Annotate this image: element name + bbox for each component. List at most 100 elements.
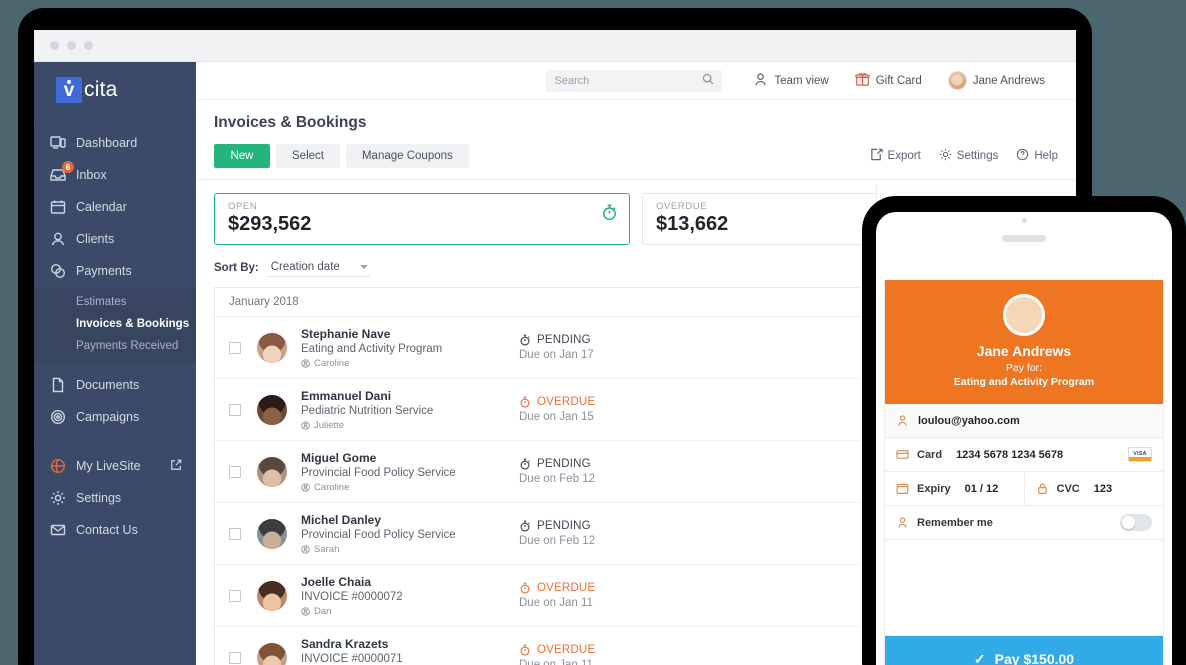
chevron-down-icon bbox=[359, 265, 368, 269]
phone-screen: Jane Andrews Pay for: Eating and Activit… bbox=[876, 212, 1172, 665]
lock-icon bbox=[1036, 482, 1052, 495]
sort-value: Creation date bbox=[270, 261, 340, 273]
sidebar-subitem-estimates[interactable]: Estimates bbox=[34, 291, 196, 313]
cvc-field[interactable]: CVC 123 bbox=[1025, 472, 1164, 505]
sidebar-item-campaigns[interactable]: Campaigns bbox=[34, 401, 196, 433]
payment-hero: Jane Andrews Pay for: Eating and Activit… bbox=[885, 280, 1163, 404]
campaigns-icon bbox=[50, 407, 76, 427]
user-menu[interactable]: Jane Andrews bbox=[935, 62, 1058, 100]
row-checkbox[interactable] bbox=[229, 527, 241, 540]
row-checkbox[interactable] bbox=[229, 589, 241, 602]
status-label: PENDING bbox=[537, 520, 591, 532]
staff-label: Caroline bbox=[314, 481, 350, 493]
brand-logo[interactable]: v cita bbox=[34, 62, 196, 118]
calendar-icon bbox=[50, 197, 76, 217]
help-button[interactable]: Help bbox=[1016, 148, 1058, 164]
service-name: Pediatric Nutrition Service bbox=[301, 404, 434, 417]
status-badge: PENDING bbox=[519, 334, 719, 346]
export-label: Export bbox=[887, 150, 921, 162]
sidebar-item-my-livesite[interactable]: My LiveSite bbox=[34, 450, 196, 482]
card-field[interactable]: Card 1234 5678 1234 5678 VISA bbox=[885, 438, 1163, 472]
avatar bbox=[257, 456, 287, 487]
sort-label: Sort By: bbox=[214, 262, 259, 274]
sidebar-item-label: Settings bbox=[76, 491, 122, 505]
client-name: Sandra Krazets bbox=[301, 636, 389, 651]
row-checkbox[interactable] bbox=[229, 403, 241, 416]
sidebar-item-calendar[interactable]: Calendar bbox=[34, 191, 196, 223]
cvc-label: CVC bbox=[1056, 482, 1080, 495]
service-name: Provincial Food Policy Service bbox=[301, 528, 456, 541]
due-date: Due on Feb 12 bbox=[519, 473, 596, 485]
sidebar-item-payments[interactable]: Payments bbox=[34, 255, 196, 287]
sidebar-item-settings[interactable]: Settings bbox=[34, 482, 196, 514]
sidebar-subitem-invoices-bookings[interactable]: Invoices & Bookings bbox=[34, 313, 196, 335]
row-status: PENDING Due on Feb 12 bbox=[519, 458, 719, 485]
row-status: PENDING Due on Feb 12 bbox=[519, 520, 719, 547]
window-dot-maximize[interactable] bbox=[84, 41, 93, 50]
export-button[interactable]: Export bbox=[870, 148, 921, 164]
avatar bbox=[1003, 294, 1045, 336]
screenshot-stage: v cita Dashboard 6 Inbox Calendar Client… bbox=[0, 0, 1186, 665]
pay-for-service: Eating and Activity Program bbox=[953, 376, 1095, 388]
client-name: Emmanuel Dani bbox=[301, 388, 392, 403]
expiry-cvc-row: Expiry 01 / 12 CVC 123 bbox=[885, 472, 1163, 506]
sidebar-item-documents[interactable]: Documents bbox=[34, 369, 196, 401]
row-checkbox[interactable] bbox=[229, 651, 241, 664]
user-icon bbox=[896, 516, 912, 529]
team-view-button[interactable]: Team view bbox=[740, 62, 841, 100]
clients-icon bbox=[50, 229, 76, 249]
row-checkbox[interactable] bbox=[229, 341, 241, 354]
sidebar-item-label: Payments bbox=[76, 264, 132, 278]
remember-me-row[interactable]: Remember me bbox=[885, 506, 1163, 540]
manage-coupons-button[interactable]: Manage Coupons bbox=[345, 144, 469, 168]
due-date: Due on Jan 11 bbox=[519, 597, 593, 609]
search-input[interactable]: Search bbox=[546, 69, 723, 92]
new-button[interactable]: New bbox=[214, 144, 270, 168]
row-client: Emmanuel Dani Pediatric Nutrition Servic… bbox=[301, 389, 519, 431]
remember-me-toggle[interactable] bbox=[1120, 514, 1152, 531]
cvc-value: 123 bbox=[1093, 482, 1113, 495]
gift-card-icon bbox=[855, 72, 870, 90]
help-label: Help bbox=[1034, 150, 1058, 162]
due-date: Due on Jan 17 bbox=[519, 349, 594, 361]
kpi-card-open[interactable]: OPEN $293,562 bbox=[214, 193, 630, 245]
status-badge: OVERDUE bbox=[519, 396, 719, 408]
staff-name: Sarah bbox=[301, 544, 519, 555]
card-value: 1234 5678 1234 5678 bbox=[956, 448, 1064, 461]
window-dot-minimize[interactable] bbox=[67, 41, 76, 50]
sidebar-item-label: My LiveSite bbox=[76, 459, 141, 473]
row-checkbox[interactable] bbox=[229, 465, 241, 478]
team-view-icon bbox=[753, 72, 768, 90]
sidebar-item-label: Contact Us bbox=[76, 523, 138, 537]
sidebar-item-dashboard[interactable]: Dashboard bbox=[34, 127, 196, 159]
expiry-field[interactable]: Expiry 01 / 12 bbox=[896, 472, 1024, 505]
staff-name: Juliette bbox=[301, 420, 519, 431]
visa-icon: VISA bbox=[1128, 447, 1152, 462]
sidebar-item-inbox[interactable]: 6 Inbox bbox=[34, 159, 196, 191]
dashboard-icon bbox=[50, 133, 76, 153]
pay-button-label: Pay $150.00 bbox=[994, 651, 1075, 665]
pay-button[interactable]: ✓ Pay $150.00 bbox=[885, 636, 1163, 665]
sidebar-subitem-payments-received[interactable]: Payments Received bbox=[34, 335, 196, 357]
card-icon bbox=[896, 448, 912, 461]
sidebar-item-contact-us[interactable]: Contact Us bbox=[34, 514, 196, 546]
sort-select[interactable]: Creation date bbox=[266, 259, 370, 277]
staff-label: Dan bbox=[314, 605, 332, 617]
select-button[interactable]: Select bbox=[276, 144, 340, 168]
help-icon bbox=[1016, 148, 1029, 164]
user-icon bbox=[896, 414, 912, 427]
row-status: OVERDUE Due on Jan 11 bbox=[519, 644, 719, 665]
avatar bbox=[257, 580, 287, 611]
email-field[interactable]: loulou@yahoo.com bbox=[885, 404, 1163, 438]
due-date: Due on Feb 12 bbox=[519, 535, 596, 547]
sidebar-item-clients[interactable]: Clients bbox=[34, 223, 196, 255]
gift-card-button[interactable]: Gift Card bbox=[842, 62, 935, 100]
expiry-label: Expiry bbox=[917, 482, 951, 495]
vcita-logo-icon: v bbox=[56, 77, 82, 103]
row-client: Sandra Krazets INVOICE #0000071 Nadine bbox=[301, 637, 519, 665]
window-dot-close[interactable] bbox=[50, 41, 59, 50]
settings-button[interactable]: Settings bbox=[939, 148, 998, 164]
pay-for-label: Pay for: bbox=[1005, 362, 1043, 374]
client-name: Michel Danley bbox=[301, 512, 382, 527]
status-label: OVERDUE bbox=[537, 644, 596, 656]
